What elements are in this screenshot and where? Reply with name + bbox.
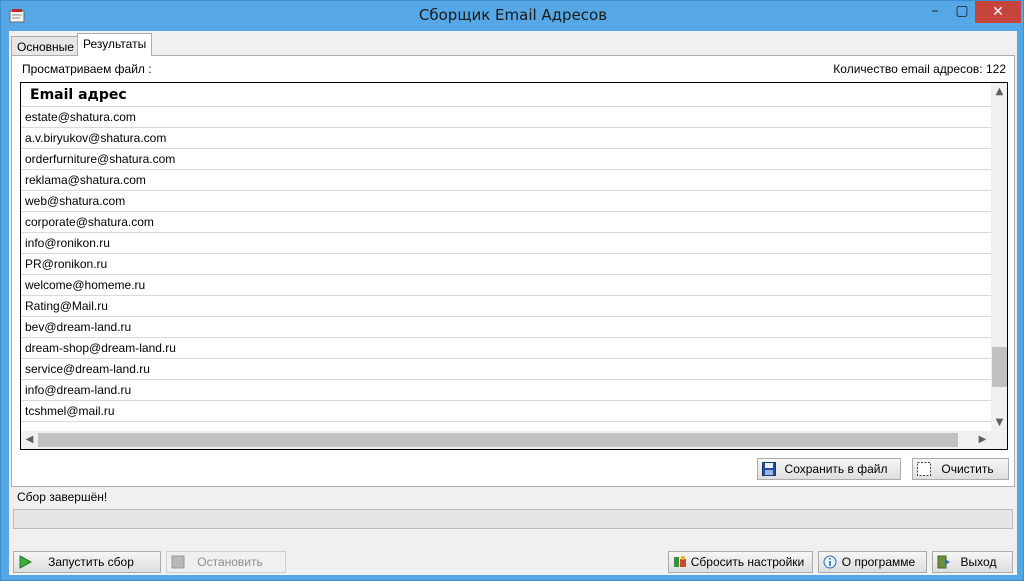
scroll-up-icon[interactable]: ▲	[991, 83, 1007, 100]
stop-label: Остановить	[197, 555, 263, 569]
table-row[interactable]: corporate@shatura.com	[21, 212, 991, 233]
status-text: Сбор завершён!	[17, 490, 108, 504]
about-label: О программе	[841, 555, 916, 569]
save-to-file-button[interactable]: Сохранить в файл	[757, 458, 901, 480]
column-header-email[interactable]: Email адрес	[21, 83, 991, 107]
start-collection-label: Запустить сбор	[48, 555, 134, 569]
email-count-value: 122	[985, 62, 1006, 76]
exit-button[interactable]: Выход	[932, 551, 1013, 573]
scroll-down-icon[interactable]: ▼	[991, 414, 1007, 431]
vertical-scrollbar[interactable]: ▲ ▼	[991, 83, 1007, 431]
table-row[interactable]: orderfurniture@shatura.com	[21, 149, 991, 170]
table-row[interactable]: info@dream-land.ru	[21, 380, 991, 401]
exit-label: Выход	[960, 555, 997, 569]
table-row[interactable]: info@ronikon.ru	[21, 233, 991, 254]
email-rows: estate@shatura.com a.v.biryukov@shatura.…	[21, 107, 991, 422]
scroll-left-icon[interactable]: ◀	[21, 431, 38, 448]
progress-bar	[13, 509, 1013, 529]
scrollbar-corner	[991, 431, 1007, 449]
results-tab-page: Просматриваем файл : Количество email ад…	[11, 55, 1015, 487]
table-row[interactable]: welcome@homeme.ru	[21, 275, 991, 296]
email-grid[interactable]: Email адрес estate@shatura.com a.v.biryu…	[20, 82, 1008, 450]
start-collection-button[interactable]: Запустить сбор	[13, 551, 161, 573]
clear-button[interactable]: Очистить	[912, 458, 1009, 480]
play-icon	[19, 555, 32, 569]
table-row[interactable]: a.v.biryukov@shatura.com	[21, 128, 991, 149]
info-icon	[823, 555, 837, 569]
horizontal-scrollbar[interactable]: ◀ ▶	[21, 431, 991, 449]
floppy-disk-icon	[762, 462, 776, 476]
maximize-button[interactable]: ▢	[949, 1, 975, 23]
close-button[interactable]: ✕	[975, 1, 1021, 23]
window-title: Сборщик Email Адресов	[418, 6, 608, 24]
viewing-file-label: Просматриваем файл :	[22, 62, 152, 76]
reset-settings-icon	[674, 556, 686, 567]
stop-button[interactable]: Остановить	[166, 551, 286, 573]
minimize-button[interactable]: –	[921, 1, 949, 23]
stop-icon	[171, 555, 185, 569]
scroll-right-icon[interactable]: ▶	[974, 431, 991, 448]
exit-icon	[937, 555, 950, 569]
email-count-label: Количество email адресов:	[833, 62, 983, 76]
reset-settings-label: Сбросить настройки	[690, 555, 805, 569]
tab-results[interactable]: Результаты	[77, 33, 153, 56]
save-to-file-label: Сохранить в файл	[784, 462, 888, 476]
vertical-scroll-thumb[interactable]	[992, 347, 1007, 387]
table-row[interactable]: service@dream-land.ru	[21, 359, 991, 380]
table-row[interactable]: tcshmel@mail.ru	[21, 401, 991, 422]
table-row[interactable]: Rating@Mail.ru	[21, 296, 991, 317]
clear-label: Очистить	[941, 462, 994, 476]
email-count: Количество email адресов: 122	[833, 62, 1006, 76]
reset-settings-button[interactable]: Сбросить настройки	[668, 551, 813, 573]
client-area: Основные Результаты Просматриваем файл :…	[9, 31, 1017, 575]
about-button[interactable]: О программе	[818, 551, 927, 573]
table-row[interactable]: reklama@shatura.com	[21, 170, 991, 191]
table-row[interactable]: PR@ronikon.ru	[21, 254, 991, 275]
table-row[interactable]: dream-shop@dream-land.ru	[21, 338, 991, 359]
tab-basic[interactable]: Основные	[11, 36, 80, 56]
clear-icon	[917, 462, 931, 476]
app-window: Сборщик Email Адресов – ▢ ✕ Основные Рез…	[0, 0, 1024, 581]
horizontal-scroll-thumb[interactable]	[38, 433, 958, 447]
table-row[interactable]: bev@dream-land.ru	[21, 317, 991, 338]
title-bar[interactable]: Сборщик Email Адресов – ▢ ✕	[1, 1, 1024, 31]
table-row[interactable]: estate@shatura.com	[21, 107, 991, 128]
table-row[interactable]: web@shatura.com	[21, 191, 991, 212]
